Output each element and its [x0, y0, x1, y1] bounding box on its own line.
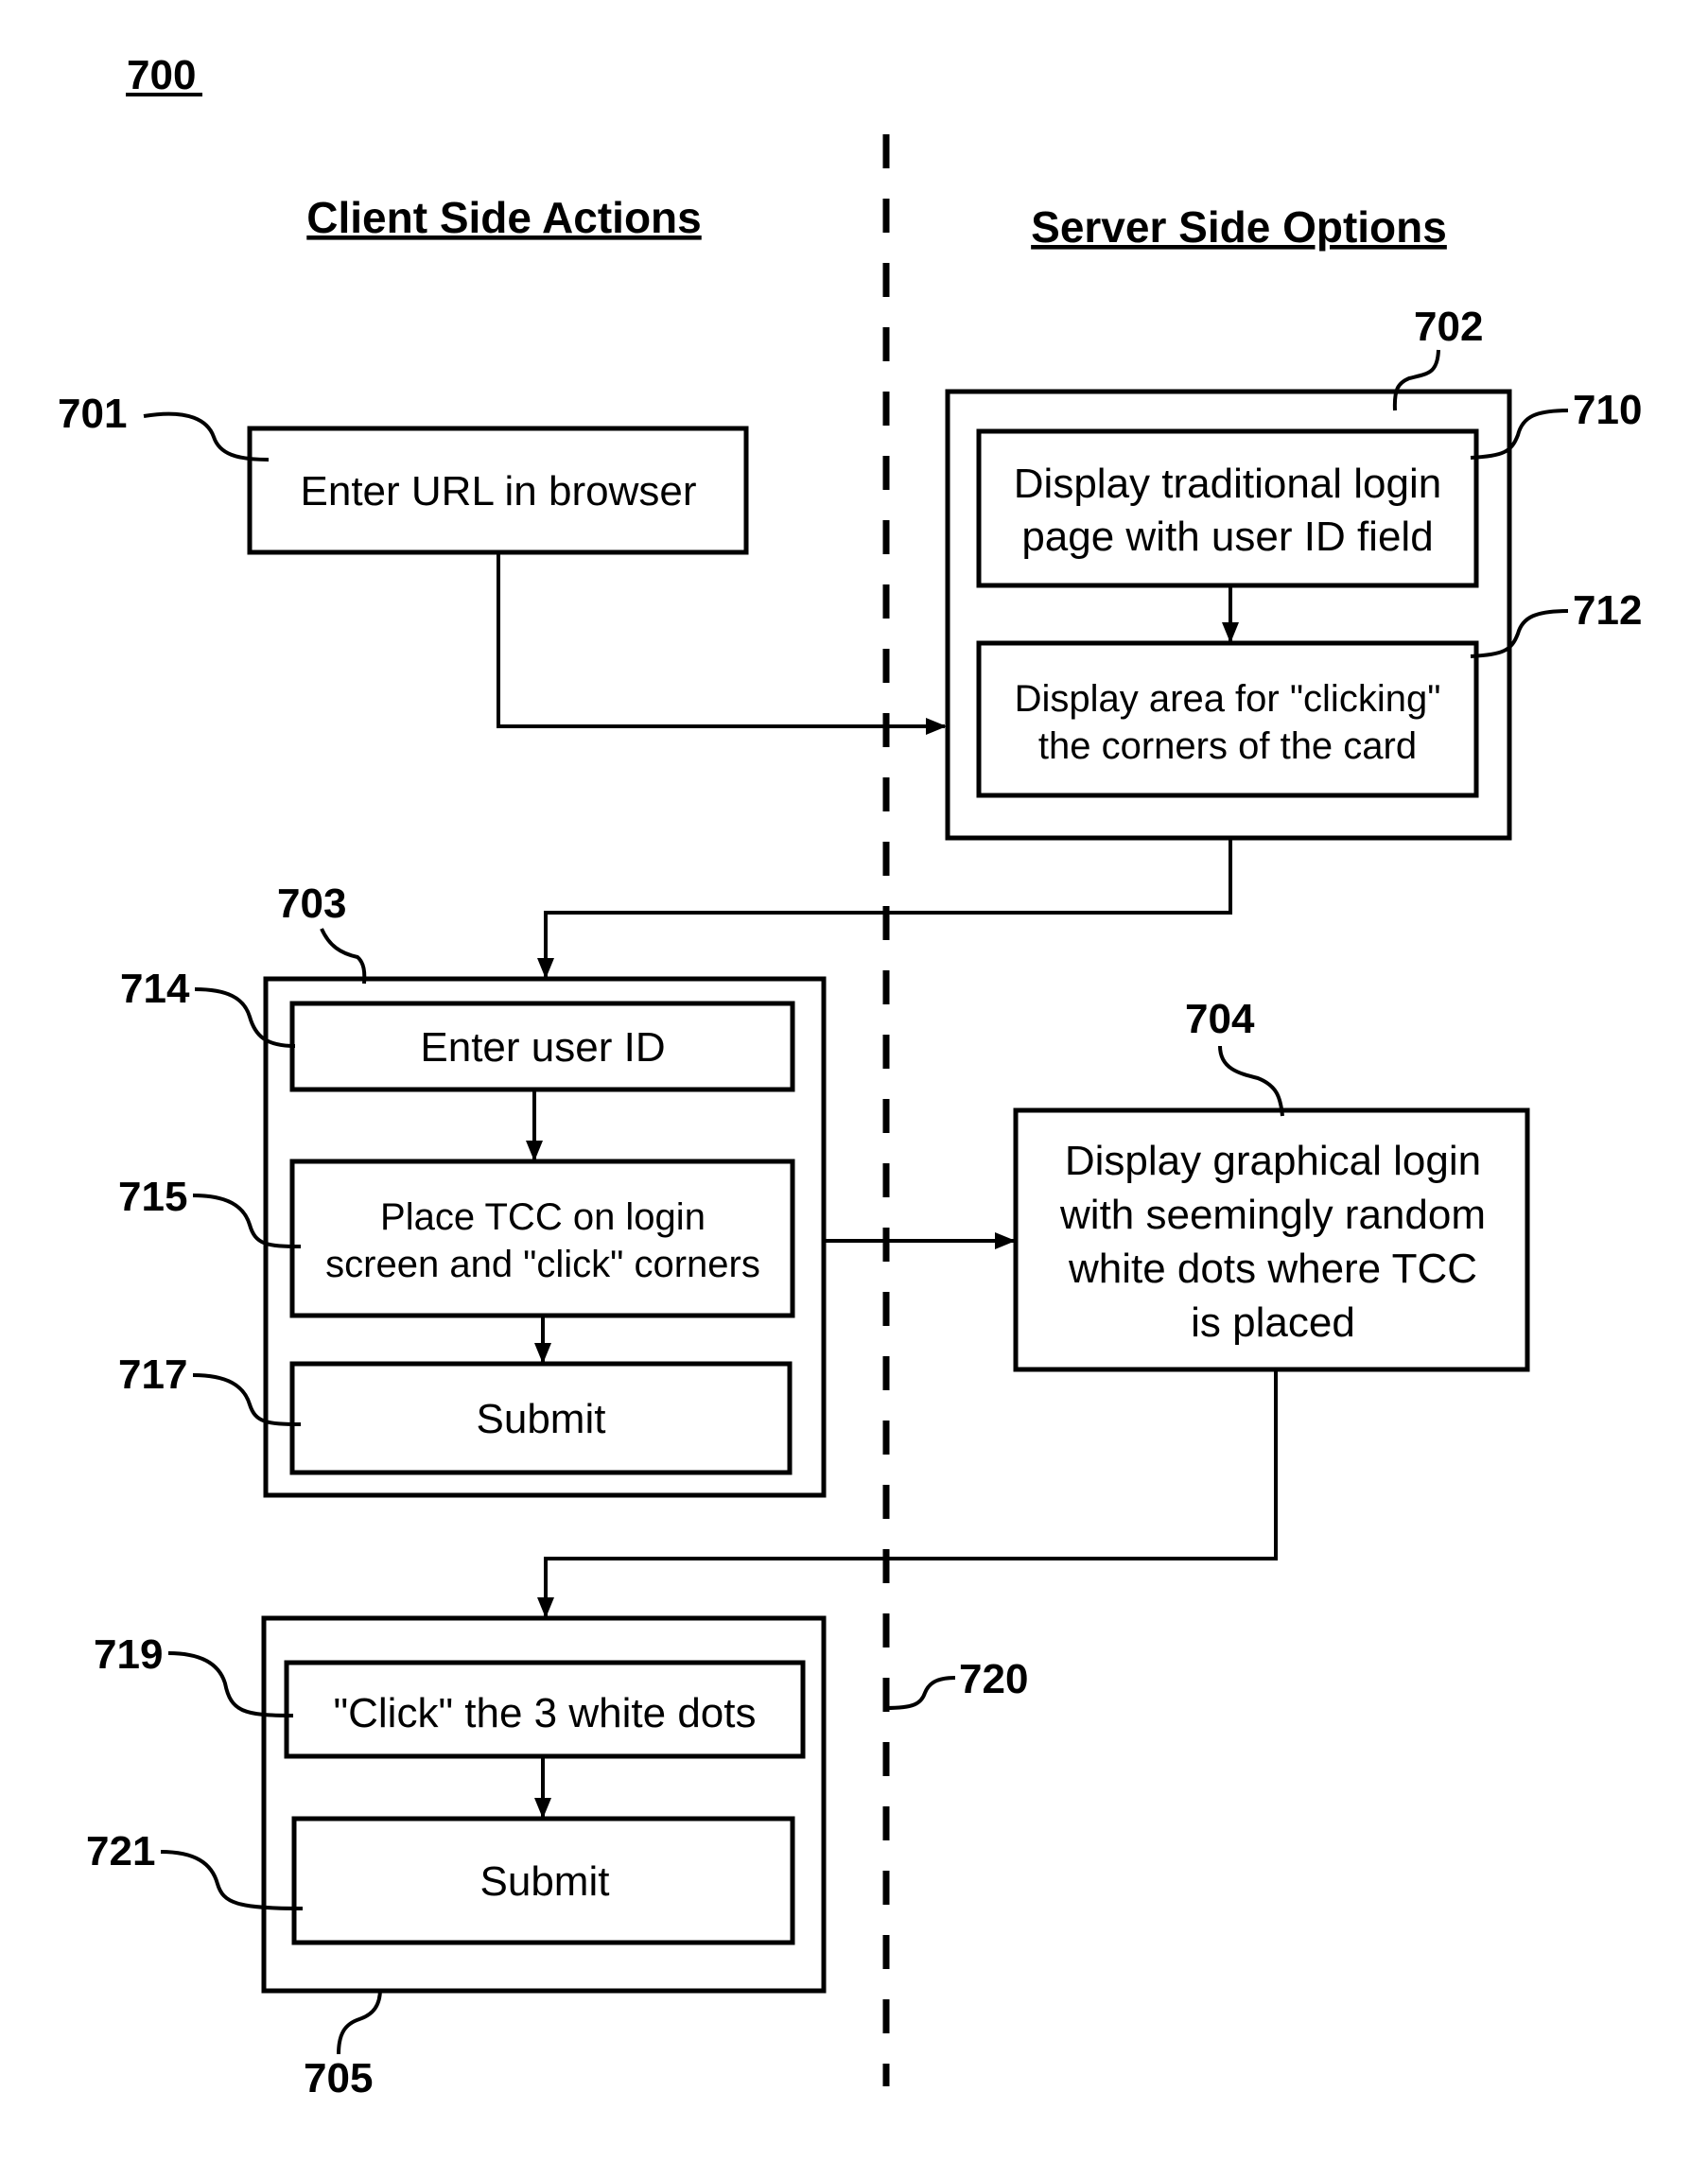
ref-label-720: 720 [959, 1656, 1028, 1702]
block-710-line-1: Display traditional login [1014, 461, 1441, 507]
ref-label-702: 702 [1414, 304, 1483, 350]
figure-number: 700 [126, 52, 202, 98]
lead-line-705 [337, 1988, 382, 2055]
figure-number-text: 700 [127, 52, 196, 98]
block-710-traditional-login [976, 428, 1479, 588]
arrow-701-to-702 [497, 552, 947, 735]
lead-line-704 [1218, 1045, 1284, 1117]
block-717-text: Submit [477, 1396, 606, 1442]
block-704-line-1: Display graphical login [1065, 1138, 1481, 1184]
ref-label-714: 714 [120, 966, 190, 1012]
block-712-line-1: Display area for "clicking" [1015, 678, 1441, 720]
block-721-text: Submit [480, 1858, 610, 1905]
ref-label-712: 712 [1573, 587, 1642, 634]
ref-label-719: 719 [94, 1631, 163, 1678]
ref-label-715: 715 [118, 1174, 187, 1220]
block-715-line-1: Place TCC on login [380, 1196, 706, 1238]
ref-label-721: 721 [86, 1828, 155, 1874]
flow-diagram: 700 Client Side Actions Server Side Opti… [58, 52, 1642, 2101]
block-714-text: Enter user ID [420, 1024, 665, 1071]
block-715-place-tcc [289, 1159, 795, 1318]
block-704-line-4: is placed [1191, 1299, 1355, 1346]
ref-label-704: 704 [1185, 996, 1255, 1042]
block-715-line-2: screen and "click" corners [325, 1244, 760, 1285]
block-704-line-2: with seemingly random [1059, 1192, 1486, 1238]
block-710-line-2: page with user ID field [1021, 514, 1433, 560]
ref-label-717: 717 [118, 1351, 187, 1398]
block-712-line-2: the corners of the card [1038, 725, 1417, 767]
lead-line-720 [885, 1676, 956, 1710]
ref-label-710: 710 [1573, 387, 1642, 433]
client-column-heading: Client Side Actions [306, 193, 701, 242]
ref-label-705: 705 [304, 2055, 373, 2101]
block-701-text: Enter URL in browser [301, 468, 697, 514]
ref-label-701: 701 [58, 391, 127, 437]
block-704-line-3: white dots where TCC [1068, 1246, 1477, 1292]
server-column-heading: Server Side Options [1031, 202, 1447, 252]
ref-label-703: 703 [277, 880, 346, 927]
lead-line-703 [320, 928, 367, 985]
block-719-text: "Click" the 3 white dots [334, 1690, 757, 1736]
